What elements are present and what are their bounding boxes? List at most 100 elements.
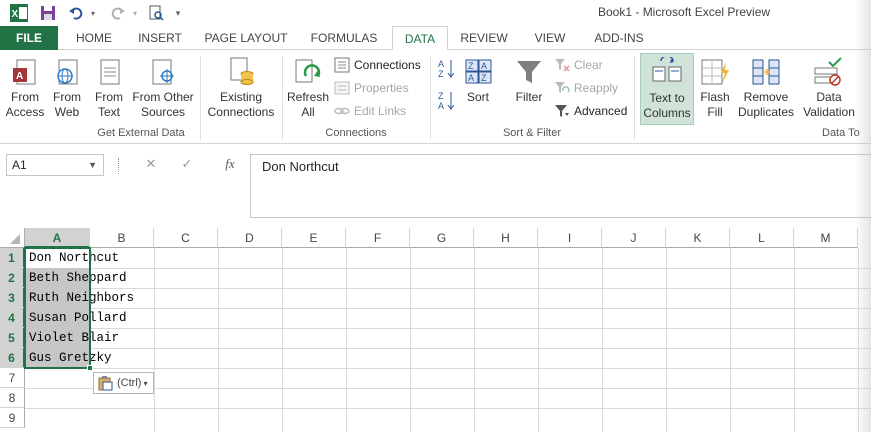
save-icon[interactable]: [38, 3, 58, 23]
remove-duplicates-button[interactable]: Remove Duplicates: [736, 56, 796, 120]
access-database-icon: A: [13, 59, 36, 85]
redo-dropdown-icon[interactable]: ▾: [130, 3, 140, 23]
row-header-5[interactable]: 5: [0, 328, 25, 348]
properties-label: Properties: [354, 81, 409, 95]
from-other-sources-button[interactable]: From Other Sources: [130, 56, 196, 120]
text-to-columns-button[interactable]: Text to Columns: [640, 53, 694, 125]
gridline: [218, 248, 219, 432]
column-header-k[interactable]: K: [666, 228, 730, 248]
row-header-7[interactable]: 7: [0, 368, 25, 388]
tab-home[interactable]: HOME: [64, 26, 124, 50]
advanced-button[interactable]: Advanced: [554, 101, 627, 121]
tab-formulas[interactable]: FORMULAS: [300, 26, 388, 50]
window-title: Book1 - Microsoft Excel Preview: [598, 5, 771, 19]
clear-filter-icon: [555, 59, 570, 72]
clear-button[interactable]: Clear: [554, 55, 603, 75]
group-separator: [430, 56, 431, 140]
svg-text:Z: Z: [468, 61, 474, 71]
gridline: [25, 348, 871, 349]
row-header-1[interactable]: 1: [0, 248, 25, 268]
customize-qat-icon[interactable]: ▾: [172, 3, 184, 23]
column-header-d[interactable]: D: [218, 228, 282, 248]
column-header-a[interactable]: A: [25, 228, 90, 248]
row-header-2[interactable]: 2: [0, 268, 25, 288]
column-header-b[interactable]: B: [90, 228, 154, 248]
row-header-8[interactable]: 8: [0, 388, 25, 408]
filter-button[interactable]: Filter: [510, 56, 548, 105]
group-separator: [282, 56, 283, 140]
edit-links-button[interactable]: Edit Links: [334, 101, 406, 121]
row-header-9[interactable]: 9: [0, 408, 25, 428]
sort-z-to-a-button[interactable]: ZA: [438, 90, 456, 110]
from-web-button[interactable]: From Web: [48, 56, 86, 120]
from-text-label: From Text: [95, 90, 123, 119]
row-header-4[interactable]: 4: [0, 308, 25, 328]
svg-text:Z: Z: [481, 73, 487, 83]
svg-text:Z: Z: [438, 91, 444, 101]
column-header-l[interactable]: L: [730, 228, 794, 248]
chevron-down-icon[interactable]: ▼: [88, 155, 97, 175]
existing-connections-button[interactable]: Existing Connections: [204, 56, 278, 120]
connections-button[interactable]: Connections: [334, 55, 421, 75]
connections-label: Connections: [354, 58, 421, 72]
tab-add-ins[interactable]: ADD-INS: [584, 26, 654, 50]
column-header-i[interactable]: I: [538, 228, 602, 248]
name-box-value: A1: [12, 158, 27, 172]
svg-text:X: X: [12, 9, 19, 20]
sort-button[interactable]: ZAAZ Sort: [460, 56, 496, 105]
insert-function-icon[interactable]: fx: [218, 156, 242, 174]
reapply-icon: [555, 82, 570, 93]
refresh-all-button[interactable]: Refresh All: [286, 56, 330, 120]
group-label-connections: Connections: [325, 127, 387, 139]
select-all-corner[interactable]: [0, 228, 25, 248]
row-header-3[interactable]: 3: [0, 288, 25, 308]
column-header-h[interactable]: H: [474, 228, 538, 248]
from-text-button[interactable]: From Text: [90, 56, 128, 120]
flash-fill-button[interactable]: Flash Fill: [696, 56, 734, 120]
tab-data[interactable]: DATA: [392, 26, 448, 51]
tab-view[interactable]: VIEW: [522, 26, 578, 50]
gridline: [25, 328, 871, 329]
fill-handle[interactable]: [87, 365, 93, 371]
gridline: [538, 248, 539, 432]
filter-label: Filter: [515, 90, 543, 104]
paste-options-button[interactable]: (Ctrl) ▾: [93, 372, 154, 394]
column-header-m[interactable]: M: [794, 228, 858, 248]
tab-insert[interactable]: INSERT: [128, 26, 192, 50]
text-to-columns-icon: [652, 57, 682, 82]
undo-dropdown-icon[interactable]: ▾: [88, 3, 98, 23]
column-header-j[interactable]: J: [602, 228, 666, 248]
tab-page-layout[interactable]: PAGE LAYOUT: [196, 26, 296, 50]
other-sources-icon: [152, 59, 174, 85]
refresh-icon: [295, 59, 321, 83]
data-validation-button[interactable]: Data Validation: [798, 56, 860, 120]
tab-review[interactable]: REVIEW: [452, 26, 516, 50]
worksheet-grid[interactable]: A B C D E F G H I J K L M 1 2 3 4 5 6 7 …: [0, 228, 871, 432]
column-header-g[interactable]: G: [410, 228, 474, 248]
redo-icon[interactable]: [108, 3, 128, 23]
row-header-6[interactable]: 6: [0, 348, 25, 368]
name-box[interactable]: A1 ▼: [6, 154, 104, 176]
formula-bar-grip[interactable]: [118, 158, 121, 174]
reapply-label: Reapply: [574, 81, 619, 95]
sort-a-to-z-button[interactable]: AZ: [438, 58, 456, 78]
formula-bar: A1 ▼ ✕ ✓ fx Don Northcut: [0, 150, 871, 220]
column-header-c[interactable]: C: [154, 228, 218, 248]
column-header-f[interactable]: F: [346, 228, 410, 248]
gridline: [282, 248, 283, 432]
reapply-button[interactable]: Reapply: [554, 78, 618, 98]
from-access-button[interactable]: A From Access: [4, 56, 46, 120]
column-header-e[interactable]: E: [282, 228, 346, 248]
properties-button[interactable]: Properties: [334, 78, 409, 98]
remove-duplicates-label: Remove Duplicates: [737, 90, 795, 119]
enter-icon[interactable]: ✓: [176, 156, 198, 174]
cancel-icon[interactable]: ✕: [140, 156, 162, 174]
formula-input[interactable]: Don Northcut: [250, 154, 871, 218]
existing-connections-label: Existing Connections: [207, 90, 275, 119]
ribbon-tabs: FILE HOME INSERT PAGE LAYOUT FORMULAS DA…: [0, 26, 871, 51]
advanced-filter-icon: [555, 105, 569, 117]
tab-file[interactable]: FILE: [0, 26, 58, 50]
print-preview-icon[interactable]: [146, 3, 166, 23]
svg-text:A: A: [481, 61, 487, 71]
undo-icon[interactable]: [66, 3, 86, 23]
